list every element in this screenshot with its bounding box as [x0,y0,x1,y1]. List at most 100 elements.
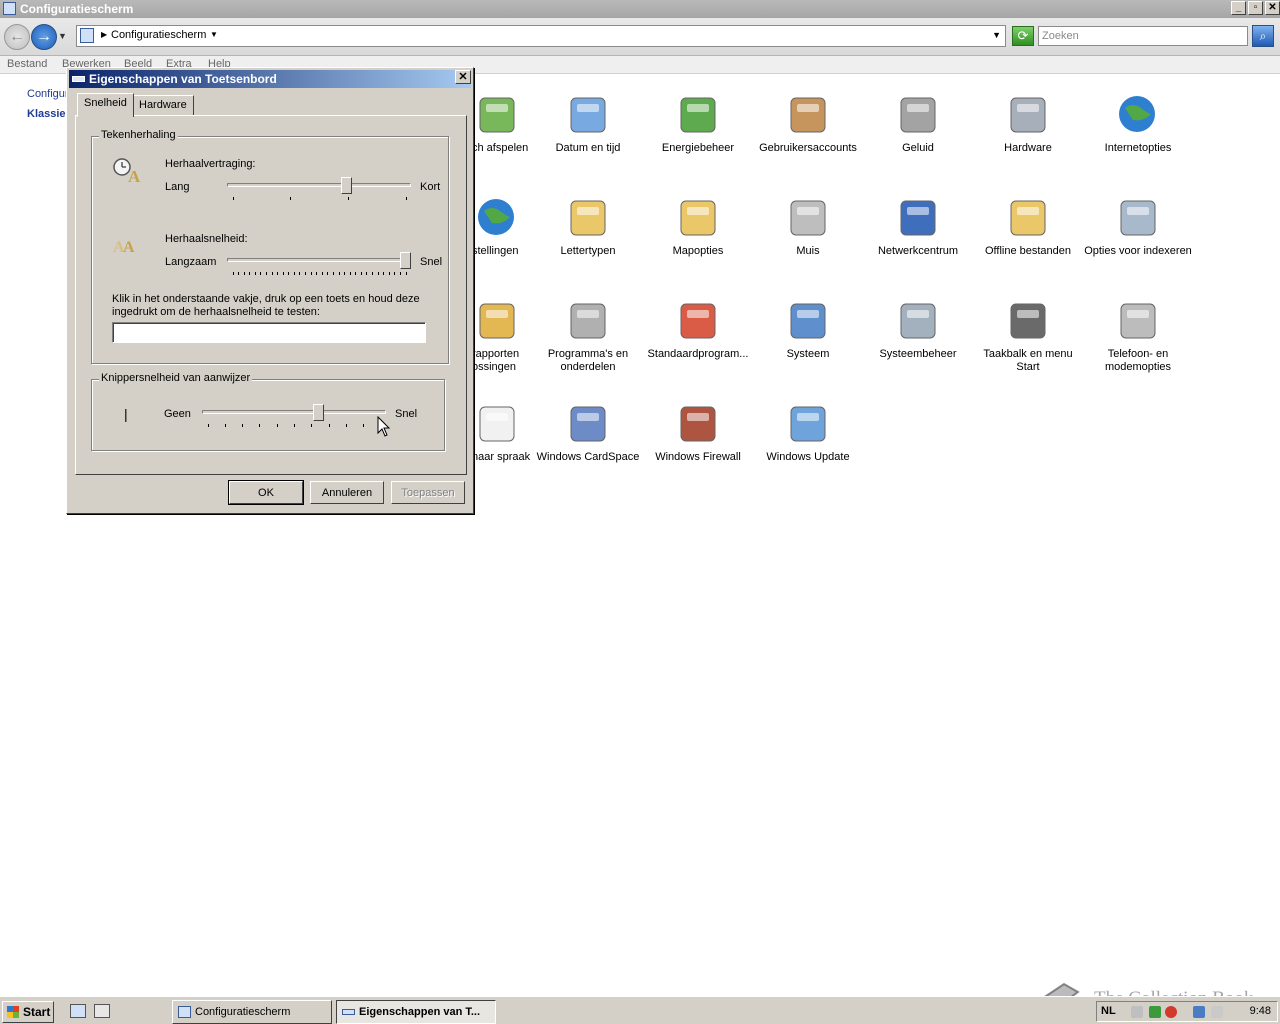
control-panel-item[interactable]: Offline bestanden [973,195,1083,258]
breadcrumb-chevron-icon[interactable]: ▶ [101,30,107,39]
dialog-close-button[interactable]: ✕ [455,70,471,84]
control-panel-item[interactable]: Hardware [973,92,1083,155]
security-tray-icon[interactable] [1149,1006,1161,1018]
repeat-delay-slider[interactable] [227,177,411,200]
indexing-icon [1115,195,1161,241]
battery-plug-icon [675,92,721,138]
apply-button: Toepassen [391,481,465,504]
forward-button[interactable]: → [31,24,57,50]
breadcrumb-dropdown-icon[interactable]: ▼ [210,30,218,39]
control-panel-item-label: Systeembeheer [879,348,957,360]
control-panel-item[interactable]: Windows CardSpace [533,401,643,464]
volume-tray-icon[interactable] [1211,1006,1223,1018]
control-panel-item[interactable]: Programma's en onderdelen [533,298,643,374]
taskbar-icon [1005,298,1051,344]
show-desktop-icon[interactable] [70,1004,86,1018]
control-panel-item[interactable]: Telefoon- en modemopties [1083,298,1193,374]
slider-tick [277,424,278,427]
task-link-home[interactable]: Configur [27,88,69,100]
keyboard-properties-dialog: Eigenschappen van Toetsenbord ✕ Snelheid… [66,67,474,514]
repeat-test-input[interactable] [112,322,426,343]
slider-tick [311,272,312,275]
repeat-delay-thumb[interactable] [341,177,352,194]
control-panel-item[interactable]: Netwerkcentrum [863,195,973,258]
slider-tick [290,197,291,200]
breadcrumb-control-panel[interactable]: Configuratiescherm [111,29,206,41]
start-button[interactable]: Start [2,1001,54,1023]
keyboard-tray-icon[interactable] [1131,1006,1143,1018]
ok-button[interactable]: OK [228,480,304,505]
control-panel-item[interactable]: Energiebeheer [643,92,753,155]
clock[interactable]: 9:48 [1250,1005,1271,1017]
control-panel-item[interactable]: Internetopties [1083,92,1193,155]
control-panel-item[interactable]: Mapopties [643,195,753,258]
taskbar-item-control-panel[interactable]: Configuratiescherm [172,1000,332,1024]
network-tray-icon[interactable] [1193,1006,1205,1018]
slider-tick [394,272,395,275]
control-panel-item-label: Datum en tijd [555,142,621,154]
windows-logo-icon [7,1006,19,1018]
slider-tick [361,272,362,275]
slider-tick [208,424,209,427]
blink-rate-thumb[interactable] [313,404,324,421]
slider-tick [233,197,234,200]
control-panel-item-label: Mapopties [672,245,724,257]
cancel-button[interactable]: Annuleren [310,481,384,504]
firewall-icon [675,401,721,447]
task-link-classic-view[interactable]: Klassie [27,108,66,120]
address-toolbar: ← → ▼ ▶ Configuratiescherm ▼ ▼ ⟳ Zoeken … [0,18,1280,56]
repeat-rate-slider[interactable] [227,252,411,275]
control-panel-item-label: Windows CardSpace [536,451,640,463]
search-button[interactable]: ⌕ [1252,25,1274,47]
tab-panel-snelheid: Tekenherhaling A Herhaalvertraging: Lang… [75,115,467,475]
slider-tick [366,272,367,275]
control-panel-icon [178,1006,191,1018]
control-panel-item[interactable]: Standaardprogram... [643,298,753,361]
slider-tick [389,272,390,275]
alert-tray-icon[interactable] [1165,1006,1177,1018]
control-panel-item[interactable]: Geluid [863,92,973,155]
control-panel-item[interactable]: Taakbalk en menu Start [973,298,1083,374]
minimize-button[interactable]: _ [1231,1,1246,15]
control-panel-item[interactable]: Gebruikersaccounts [753,92,863,155]
search-input[interactable]: Zoeken [1038,26,1248,46]
address-dropdown-icon[interactable]: ▼ [992,30,1001,40]
blink-rate-slider[interactable] [202,404,386,428]
language-indicator[interactable]: NL [1101,1005,1116,1017]
mouse-pointer-icon [377,416,391,437]
explorer-titlebar: Configuratiescherm _ ▫ ✕ [0,0,1280,18]
repeat-rate-icon: A A [113,239,135,256]
restore-button[interactable]: ▫ [1248,1,1263,15]
control-panel-item[interactable]: Systeem [753,298,863,361]
menu-bestand[interactable]: Bestand [7,58,47,70]
taskbar-item-keyboard-properties[interactable]: Eigenschappen van T... [336,1000,496,1024]
tab-hardware[interactable]: Hardware [132,95,194,116]
switch-windows-icon[interactable] [94,1004,110,1018]
control-panel-item[interactable]: Muis [753,195,863,258]
slider-tick [322,272,323,275]
slider-tick [363,424,364,427]
control-panel-item[interactable]: Opties voor indexeren [1083,195,1193,258]
dialog-titlebar: Eigenschappen van Toetsenbord [69,70,471,88]
control-panel-item[interactable]: Windows Firewall [643,401,753,464]
repeat-rate-max-label: Snel [420,256,443,268]
control-panel-item[interactable]: Datum en tijd [533,92,643,155]
refresh-button[interactable]: ⟳ [1012,26,1034,46]
taskbar-item-label: Eigenschappen van T... [359,1006,481,1018]
tab-snelheid[interactable]: Snelheid [77,93,134,117]
address-field[interactable]: ▶ Configuratiescherm ▼ ▼ [76,25,1006,47]
recent-pages-dropdown-icon[interactable]: ▼ [58,31,67,41]
slider-tick [346,424,347,427]
repeat-rate-thumb[interactable] [400,252,411,269]
blink-rate-ticks [202,424,386,428]
control-panel-item[interactable]: Windows Update [753,401,863,464]
slider-tick [283,272,284,275]
blink-cursor-preview: | [124,406,128,422]
close-button[interactable]: ✕ [1265,1,1280,15]
control-panel-item[interactable]: Systeembeheer [863,298,973,361]
taskbar-item-label: Configuratiescherm [195,1006,291,1018]
windows-update-icon [785,401,831,447]
back-button[interactable]: ← [4,24,30,50]
slider-tick [406,272,407,275]
control-panel-item[interactable]: Lettertypen [533,195,643,258]
